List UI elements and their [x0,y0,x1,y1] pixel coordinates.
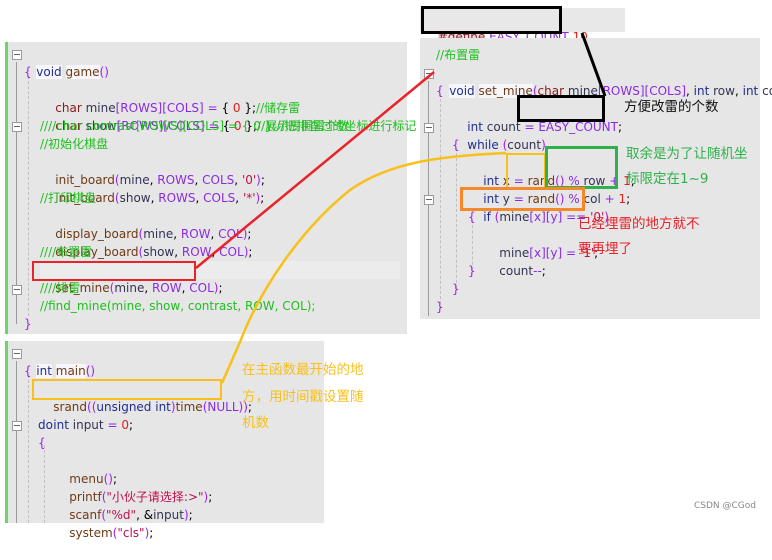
connector-yellow [220,151,507,384]
watermark: CSDN @CGod [694,501,756,511]
connector-lines [195,32,607,384]
connector-black [580,32,607,97]
connector-red [195,71,435,269]
